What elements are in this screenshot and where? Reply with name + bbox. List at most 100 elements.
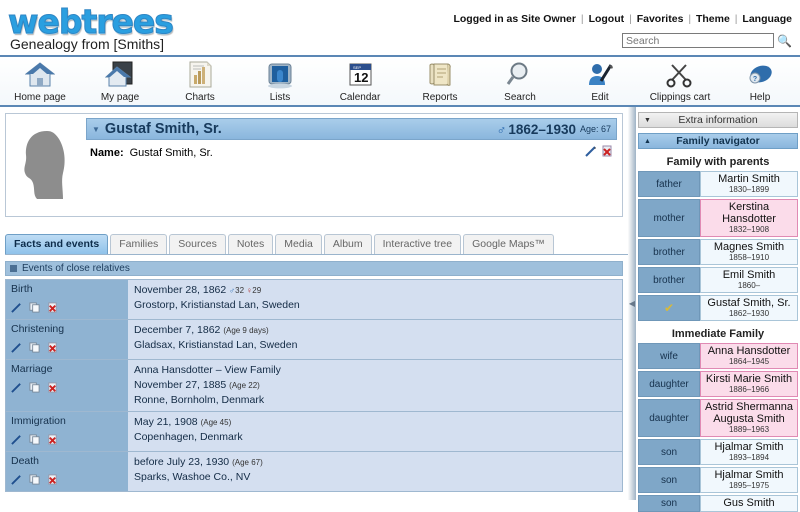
help-icon: ? — [745, 59, 775, 91]
copy-icon[interactable] — [29, 476, 40, 488]
copy-icon[interactable] — [29, 436, 40, 448]
toolbar-item-help[interactable]: ? Help — [720, 59, 800, 103]
tab-album[interactable]: Album — [324, 234, 372, 254]
pencil-icon[interactable] — [11, 304, 22, 316]
copy-icon[interactable] — [29, 384, 40, 396]
fact-line: December 7, 1862 (Age 9 days) — [134, 323, 622, 338]
person-link[interactable]: Kirsti Marie Smith 1886–1966 — [700, 371, 798, 397]
fact-age: (Age 9 days) — [223, 326, 268, 335]
pencil-icon[interactable] — [11, 344, 22, 356]
right-sidebar: ▼ Extra information ▲ Family navigator F… — [636, 107, 800, 500]
person-link[interactable]: Hjalmar Smith 1895–1975 — [700, 467, 798, 493]
sidebar-item-extra-information[interactable]: ▼ Extra information — [638, 112, 798, 128]
fact-action-icons — [11, 342, 128, 356]
person-title-bar[interactable]: ▼ Gustaf Smith, Sr. ♂ 1862–1930 Age: 67 — [86, 118, 617, 140]
tab-notes[interactable]: Notes — [228, 234, 273, 254]
person-name: Martin Smith — [701, 173, 797, 185]
events-of-close-relatives-bar[interactable]: Events of close relatives — [5, 261, 623, 276]
toolbar-label: Reports — [422, 92, 457, 103]
person-link[interactable]: Magnes Smith 1858–1910 — [700, 239, 798, 265]
tab-media[interactable]: Media — [275, 234, 322, 254]
charts-icon — [185, 59, 215, 91]
silhouette-placeholder-icon — [17, 129, 75, 201]
toolbar-item-my-page[interactable]: My page — [80, 59, 160, 103]
person-name: Kerstina Hansdotter — [701, 201, 797, 225]
sidebar-item-family-navigator[interactable]: ▲ Family navigator — [638, 133, 798, 149]
person-link[interactable]: Astrid Shermanna Augusta Smith 1889–1963 — [700, 399, 798, 437]
fact-label-cell: Birth — [6, 280, 128, 319]
tab-facts-and-events[interactable]: Facts and events — [5, 234, 108, 254]
person-name: Magnes Smith — [701, 241, 797, 253]
delete-icon[interactable] — [47, 476, 58, 488]
toolbar-item-clippings-cart[interactable]: Clippings cart — [640, 59, 720, 103]
pencil-icon[interactable] — [11, 476, 22, 488]
fact-value-cell: November 28, 1862 ♂32 ♀29 Grostorp, Kris… — [128, 280, 622, 319]
person-name: Hjalmar Smith — [701, 469, 797, 481]
content-tabs: Facts and events Families Sources Notes … — [5, 233, 628, 255]
tab-families[interactable]: Families — [110, 234, 167, 254]
person-link[interactable]: Kerstina Hansdotter 1832–1908 — [700, 199, 798, 237]
pencil-icon[interactable] — [11, 436, 22, 448]
search-icon[interactable]: 🔍 — [777, 34, 792, 48]
person-name: Emil Smith — [701, 269, 797, 281]
tab-sources[interactable]: Sources — [169, 234, 226, 254]
toolbar-label: My page — [101, 92, 139, 103]
theme-link[interactable]: Theme — [696, 13, 730, 25]
toolbar-item-reports[interactable]: Reports — [400, 59, 480, 103]
fact-age: (Age 67) — [232, 458, 263, 467]
person-link[interactable]: Gustaf Smith, Sr. 1862–1930 — [700, 295, 798, 321]
collapse-triangle-icon[interactable]: ▼ — [92, 125, 100, 134]
toolbar-item-edit[interactable]: Edit — [560, 59, 640, 103]
list-item: son Hjalmar Smith 1895–1975 — [638, 467, 798, 493]
person-link[interactable]: Hjalmar Smith 1893–1894 — [700, 439, 798, 465]
toolbar-item-lists[interactable]: Lists — [240, 59, 320, 103]
fact-action-icons — [11, 474, 128, 488]
copy-icon[interactable] — [29, 344, 40, 356]
checkbox-icon[interactable] — [10, 265, 17, 272]
person-link[interactable]: Martin Smith 1830–1899 — [700, 171, 798, 197]
fact-value-cell: before July 23, 1930 (Age 67) Sparks, Wa… — [128, 452, 622, 491]
fact-place: Sparks, Washoe Co., NV — [134, 470, 622, 485]
language-link[interactable]: Language — [742, 13, 792, 25]
pencil-icon[interactable] — [11, 384, 22, 396]
calendar-icon: SEP 12 — [345, 59, 375, 91]
toolbar-item-search[interactable]: Search — [480, 59, 560, 103]
copy-icon[interactable] — [29, 304, 40, 316]
person-link[interactable]: Emil Smith 1860– — [700, 267, 798, 293]
sidebar-resize-handle[interactable]: ◀ — [628, 107, 636, 500]
tab-interactive-tree[interactable]: Interactive tree — [374, 234, 461, 254]
fact-spouse-link[interactable]: Anna Hansdotter – View Family — [134, 363, 622, 378]
delete-icon[interactable] — [47, 344, 58, 356]
sex-symbol-icon: ♂ — [497, 122, 507, 137]
table-row: Marriage Anna Hansdotter – View Family N… — [5, 360, 623, 412]
facts-table: Birth November 28, 1862 ♂32 ♀29 Grostorp… — [5, 279, 623, 492]
table-row: Christening December 7, 1862 (Age 9 days… — [5, 320, 623, 360]
delete-icon[interactable] — [47, 384, 58, 396]
person-link[interactable]: Gus Smith — [700, 495, 798, 512]
fact-action-icons — [11, 302, 128, 316]
pencil-icon[interactable] — [585, 145, 597, 160]
tab-google-maps[interactable]: Google Maps™ — [463, 234, 554, 254]
search-input[interactable] — [622, 33, 774, 48]
delete-icon[interactable] — [47, 304, 58, 316]
logout-link[interactable]: Logout — [589, 13, 625, 25]
favorites-link[interactable]: Favorites — [637, 13, 684, 25]
relatives-bar-label: Events of close relatives — [22, 263, 130, 274]
list-item: father Martin Smith 1830–1899 — [638, 171, 798, 197]
toolbar-item-charts[interactable]: Charts — [160, 59, 240, 103]
relation-label: brother — [638, 239, 700, 265]
avatar[interactable] — [6, 114, 86, 216]
delete-icon[interactable] — [47, 436, 58, 448]
toolbar-label: Search — [504, 92, 536, 103]
person-name-row: Name: Gustaf Smith, Sr. — [86, 140, 617, 160]
toolbar-item-home-page[interactable]: Home page — [0, 59, 80, 103]
page-title: Gustaf Smith, Sr. — [105, 121, 497, 137]
fact-line: November 27, 1885 (Age 22) — [134, 378, 622, 393]
person-link[interactable]: Anna Hansdotter 1864–1945 — [700, 343, 798, 369]
person-dates: 1893–1894 — [701, 453, 797, 462]
home-icon — [25, 59, 55, 91]
delete-icon[interactable] — [601, 145, 613, 160]
fact-label-cell: Marriage — [6, 360, 128, 411]
toolbar-item-calendar[interactable]: SEP 12 Calendar — [320, 59, 400, 103]
fact-label-cell: Immigration — [6, 412, 128, 451]
